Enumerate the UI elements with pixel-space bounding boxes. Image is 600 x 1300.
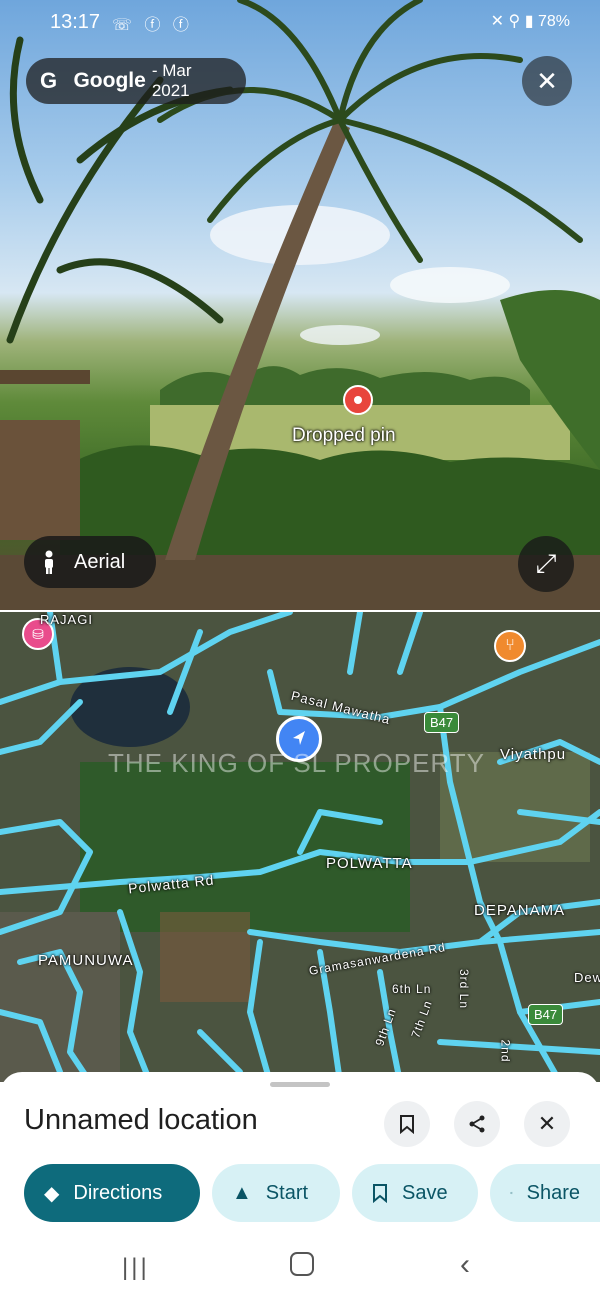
map-label-2nd: 2nd [498, 1039, 513, 1063]
map-label-depanama: DEPANAMA [474, 902, 566, 919]
directions-button[interactable]: ◆ Directions [24, 1164, 200, 1222]
save-label: Save [402, 1181, 448, 1204]
back-button[interactable]: ‹ [460, 1248, 470, 1282]
place-title: Unnamed location [24, 1104, 258, 1136]
battery-level: 78% [537, 13, 570, 30]
start-button[interactable]: ▲ Start [212, 1164, 340, 1222]
save-button[interactable]: Save [352, 1164, 478, 1222]
recents-button[interactable]: ||| [122, 1254, 150, 1282]
map-label-polwatta: POLWATTA [326, 855, 413, 872]
watermark: THE KING OF SL PROPERTY [108, 748, 485, 778]
imagery-provider-pill: G Google - Mar 2021 [26, 58, 246, 104]
map-roads [0, 612, 600, 1082]
close-icon: ✕ [537, 1111, 557, 1136]
map-label-3rd-ln: 3rd Ln [457, 968, 472, 1010]
signal-icon: ▮ [524, 13, 534, 30]
share-icon [510, 1191, 513, 1195]
location-icon: ⚲ [508, 13, 521, 30]
map-label-dew: Dew [574, 970, 600, 985]
sheet-drag-handle[interactable] [270, 1082, 330, 1087]
notification-icons: ☏ ⓕ ⓕ [112, 17, 193, 34]
close-street-view-button[interactable]: ✕ [522, 56, 572, 106]
share-label: Share [526, 1181, 580, 1204]
imagery-date: - Mar 2021 [151, 61, 192, 100]
share-round-button[interactable] [454, 1101, 500, 1147]
provider-name: Google [73, 69, 146, 92]
route-badge-2: B47 [528, 1004, 564, 1025]
restaurant-icon[interactable]: ⑂ [494, 630, 526, 662]
navigation-arrow-icon: ▲ [232, 1181, 252, 1204]
person-icon [45, 550, 53, 574]
bookmark-icon [400, 1115, 414, 1134]
route-badge: B47 [424, 712, 460, 733]
share-button[interactable]: Share [490, 1164, 600, 1222]
bookmark-button[interactable] [384, 1101, 430, 1147]
expand-button[interactable]: ⤢ [518, 536, 574, 592]
directions-label: Directions [73, 1181, 163, 1204]
aerial-label: Aerial [74, 550, 126, 573]
close-icon: ✕ [536, 65, 558, 96]
mute-icon: ✕ [490, 13, 505, 30]
street-view-panorama[interactable]: 13:17 ☏ ⓕ ⓕ ✕ ⚲ ▮ 78% G Google - Mar 202… [0, 0, 600, 610]
satellite-map[interactable] [0, 612, 600, 1082]
home-button[interactable] [290, 1252, 314, 1276]
status-right: ✕ ⚲ ▮ 78% [491, 11, 570, 31]
google-g-icon: G [40, 68, 58, 93]
dropped-pin-icon[interactable] [343, 385, 373, 415]
aerial-toggle-button[interactable]: Aerial [24, 536, 156, 588]
dropped-pin-label: Dropped pin [292, 425, 396, 446]
start-label: Start [265, 1181, 309, 1204]
map-label-viyathpu: Viyathpu [500, 746, 567, 763]
share-icon [469, 1115, 485, 1133]
status-bar: 13:17 ☏ ⓕ ⓕ ✕ ⚲ ▮ 78% [0, 0, 600, 46]
directions-icon: ◆ [44, 1182, 60, 1205]
map-label-6th-ln: 6th Ln [392, 982, 432, 996]
expand-icon: ⤢ [535, 548, 557, 578]
status-time: 13:17 [50, 11, 101, 33]
map-label-rajagiri: RAJAGI [40, 612, 93, 627]
map-label-pamunuwa: PAMUNUWA [38, 952, 134, 969]
close-sheet-button[interactable]: ✕ [524, 1101, 570, 1147]
bookmark-icon [373, 1184, 387, 1203]
